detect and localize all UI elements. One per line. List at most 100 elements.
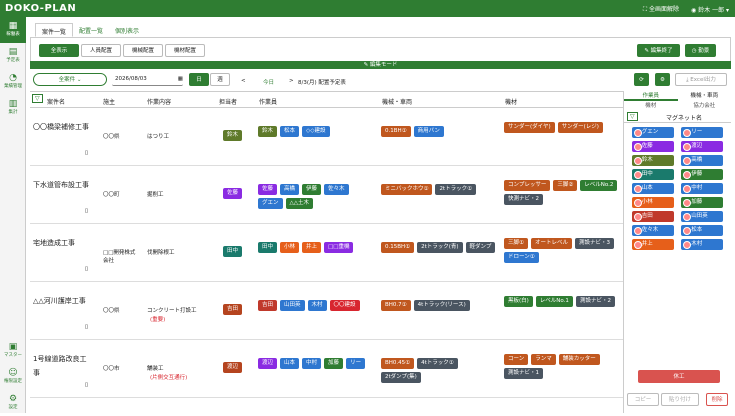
tab-2[interactable]: 個別表示 [109, 23, 145, 37]
sidebar-item-4[interactable]: ▣ マスター [0, 338, 26, 364]
assignment-chip[interactable]: ランマ [531, 354, 556, 365]
project-name[interactable]: 〇〇橋梁補修工事 [33, 120, 93, 134]
assignment-chip[interactable]: △△土木 [285, 198, 313, 209]
sidebar-item-5[interactable]: ☺ 権限設定 [0, 364, 26, 390]
map-icon[interactable]: ▯ [85, 382, 88, 388]
magnet-item[interactable]: 小林 [631, 197, 674, 208]
magnet-item[interactable]: 山田英 [681, 211, 724, 222]
staff-chip[interactable]: 鈴木 [223, 130, 243, 141]
assignment-chip[interactable]: 0.15BH① [381, 242, 415, 253]
assignment-chip[interactable]: 舗装カッター [558, 354, 600, 365]
assignment-chip[interactable]: レベルNo.2 [580, 180, 618, 191]
assignment-chip[interactable]: 小林 [280, 242, 300, 253]
tab-0[interactable]: 案件一覧 [35, 23, 74, 37]
column-header[interactable]: 作業内容 [147, 97, 171, 106]
subtab-2[interactable]: 機械配置 [123, 44, 163, 57]
assignment-chip[interactable]: 測設ナビ・3 [574, 238, 614, 249]
magnet-item[interactable]: 伊藤 [681, 169, 724, 180]
panel-tab-equip[interactable]: 機材 [624, 101, 678, 111]
assignment-chip[interactable]: 測設ナビ・2 [575, 296, 615, 307]
assignment-chip[interactable]: 渡辺 [258, 358, 278, 369]
subtab-1[interactable]: 人員配置 [81, 44, 121, 57]
assignment-chip[interactable]: BH0.7① [381, 300, 411, 311]
filter-icon[interactable]: ▽ [32, 94, 43, 103]
assignment-chip[interactable]: 三脚① [504, 238, 528, 249]
assignment-chip[interactable]: 4tトラック① [417, 358, 458, 369]
magnet-item[interactable]: 渡辺 [681, 141, 724, 152]
column-header[interactable]: 担当者 [219, 97, 237, 106]
panel-tab-machines[interactable]: 機械・車両 [678, 91, 732, 101]
assignment-chip[interactable]: 快測ナビ・2 [504, 194, 543, 205]
magnet-item[interactable]: グエン [631, 127, 674, 138]
assignment-chip[interactable]: ◇◇建設 [302, 126, 330, 137]
assignment-chip[interactable]: 山本 [280, 358, 300, 369]
column-header[interactable]: 機械・車両 [382, 97, 412, 106]
assignment-chip[interactable]: 井上 [302, 242, 322, 253]
map-icon[interactable]: ▯ [85, 266, 88, 272]
assignment-chip[interactable]: 高橋 [280, 184, 300, 195]
project-name[interactable]: 宅地造成工事 [33, 236, 93, 250]
assignment-chip[interactable]: 〇〇建設 [329, 300, 360, 311]
project-name[interactable]: 下水道管布設工事 [33, 178, 93, 192]
magnet-item[interactable]: 佐々木 [631, 225, 674, 236]
magnet-item[interactable]: 松本 [681, 225, 724, 236]
assignment-chip[interactable]: 軽ダンプ [465, 242, 496, 253]
settings-button[interactable]: ⚙ [655, 73, 670, 86]
staff-chip[interactable]: 佐藤 [223, 188, 243, 199]
edit-end-button[interactable]: ✎ 編集終了 [637, 44, 680, 57]
column-header[interactable]: 機材 [505, 97, 517, 106]
assignment-chip[interactable]: BH0.45① [381, 358, 415, 369]
assignment-chip[interactable]: 三脚② [553, 180, 578, 191]
project-name[interactable]: 1号線道路改良工事 [33, 352, 93, 380]
map-icon[interactable]: ▯ [85, 150, 88, 156]
day-view-button[interactable]: 日 [189, 73, 209, 86]
assignment-chip[interactable]: 2tダンプ(集) [381, 372, 421, 383]
assignment-chip[interactable]: 4tトラック(リース) [413, 300, 470, 311]
assignment-chip[interactable]: レベルNo.1 [535, 296, 573, 307]
assignment-chip[interactable]: 田中 [258, 242, 278, 253]
filter-select[interactable]: 全案件 ⌄ [33, 73, 107, 86]
delete-button[interactable]: 削除 [706, 393, 728, 406]
next-button[interactable]: > [289, 78, 294, 84]
assignment-chip[interactable]: 木村 [307, 300, 327, 311]
sidebar-item-3[interactable]: ▥ 集計 [0, 95, 26, 121]
panel-filter-icon[interactable]: ▽ [627, 112, 638, 121]
magnet-item[interactable]: 加藤 [681, 197, 724, 208]
fullscreen-button[interactable]: ⛶ 全画面解除 [643, 4, 679, 14]
map-icon[interactable]: ▯ [85, 208, 88, 214]
magnet-item[interactable]: 木村 [681, 239, 724, 250]
week-view-button[interactable]: 週 [210, 73, 230, 86]
assignment-chip[interactable]: ミニバックホウ① [381, 184, 433, 195]
assignment-chip[interactable]: リー [346, 358, 366, 369]
magnet-item[interactable]: 鈴木 [631, 155, 674, 166]
staff-chip[interactable]: 田中 [223, 246, 243, 257]
assignment-chip[interactable]: サンダー(レジ) [557, 122, 603, 133]
assignment-chip[interactable]: サンダー(ダイヤ) [504, 122, 555, 133]
subtab-0[interactable]: 全表示 [39, 44, 79, 57]
panel-tab-partners[interactable]: 協力会社 [678, 101, 732, 111]
assignment-chip[interactable]: 測設ナビ・1 [504, 368, 543, 379]
attendance-button[interactable]: ◷ 勤景 [685, 44, 716, 57]
assignment-chip[interactable]: 鈴木 [258, 126, 278, 137]
assignment-chip[interactable]: オートレベル [530, 238, 572, 249]
today-link[interactable]: 今日 [263, 78, 274, 86]
assignment-chip[interactable]: ドローン① [504, 252, 539, 263]
assignment-chip[interactable]: 2tトラック(青) [417, 242, 463, 253]
assignment-chip[interactable]: 吉田 [258, 300, 278, 311]
refresh-button[interactable]: ⟳ [634, 73, 649, 86]
column-header[interactable]: 作業員 [259, 97, 277, 106]
assignment-chip[interactable]: 佐藤 [258, 184, 278, 195]
assignment-chip[interactable]: 伊藤 [302, 184, 322, 195]
magnet-item[interactable]: 佐藤 [631, 141, 674, 152]
assignment-chip[interactable]: グエン [258, 198, 283, 209]
panel-tab-workers[interactable]: 作業員 [624, 91, 678, 101]
map-icon[interactable]: ▯ [85, 324, 88, 330]
magnet-item[interactable]: リー [681, 127, 724, 138]
magnet-item[interactable]: 山本 [631, 183, 674, 194]
excel-export-button[interactable]: ⤓ Excel出力 [675, 73, 727, 86]
column-header[interactable]: 施主 [103, 97, 115, 106]
prev-button[interactable]: < [241, 78, 246, 84]
sidebar-item-0[interactable]: ▦ 稼働表 [0, 17, 26, 43]
assignment-chip[interactable]: 商用バン [413, 126, 444, 137]
magnet-item[interactable]: 田中 [631, 169, 674, 180]
